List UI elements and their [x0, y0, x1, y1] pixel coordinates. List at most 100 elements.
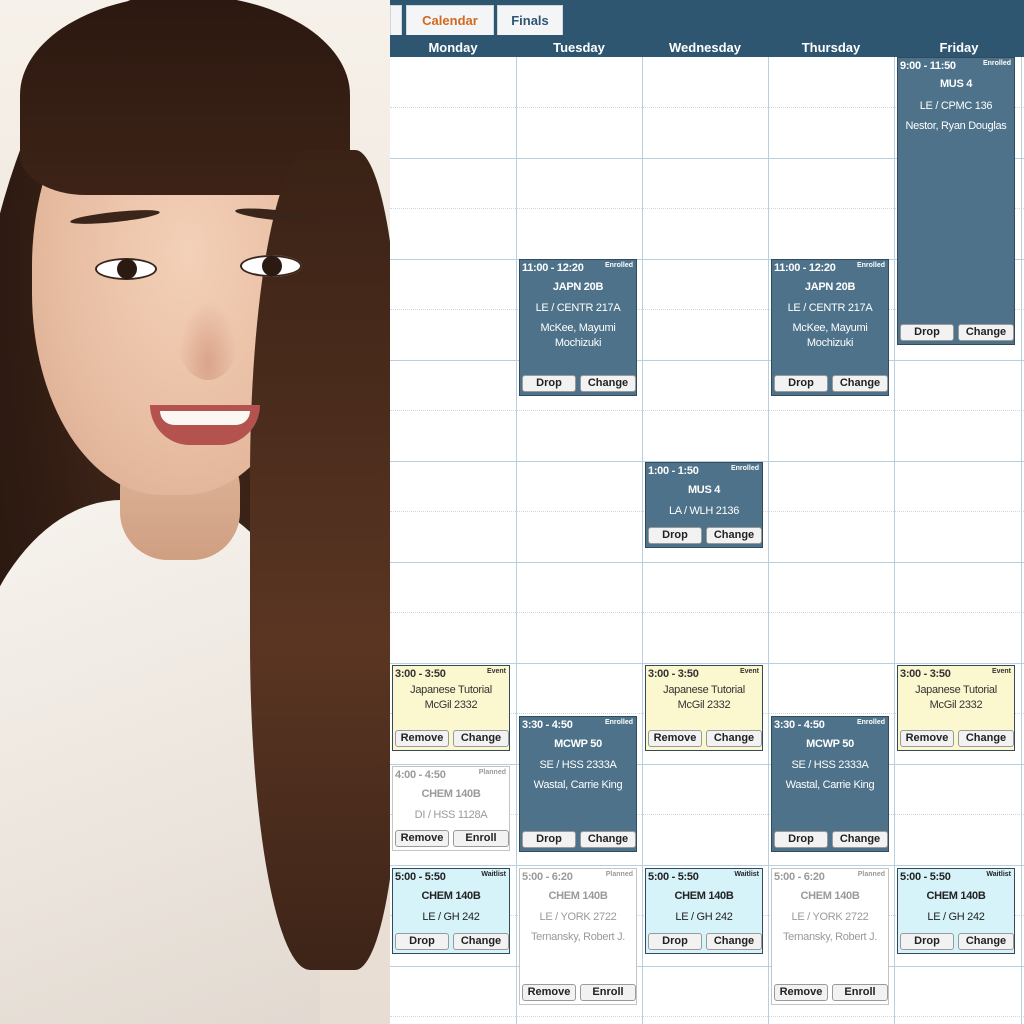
remove-button[interactable]: Remove [774, 984, 828, 1001]
course-title: CHEM 140B [926, 890, 986, 902]
event-card[interactable]: 5:00 - 5:50 Waitlist CHEM 140B LE / GH 2… [392, 868, 510, 954]
event-card[interactable]: 11:00 - 12:20 Enrolled JAPN 20B LE / CEN… [771, 259, 889, 396]
event-time: 3:00 - 3:50 [648, 668, 699, 680]
status-badge: Enrolled [982, 60, 1011, 67]
drop-button[interactable]: Drop [900, 933, 954, 950]
change-button[interactable]: Change [453, 933, 509, 950]
status-badge: Waitlist [481, 871, 506, 878]
status-badge: Enrolled [730, 465, 759, 472]
course-location: LE / GH 242 [422, 911, 480, 923]
event-time: 1:00 - 1:50 [648, 465, 699, 477]
event-card[interactable]: 4:00 - 4:50 Planned CHEM 140B DI / HSS 1… [392, 766, 510, 851]
tab-calendar[interactable]: Calendar [406, 5, 494, 35]
event-card[interactable]: 3:00 - 3:50 Event Japanese Tutorial McGi… [392, 665, 510, 751]
event-time: 5:00 - 5:50 [648, 871, 699, 883]
event-location: McGil 2332 [424, 699, 478, 711]
remove-button[interactable]: Remove [395, 830, 449, 847]
event-time: 11:00 - 12:20 [522, 262, 584, 274]
course-location: LA / WLH 2136 [668, 505, 740, 517]
event-title: Japanese Tutorial [663, 684, 745, 696]
event-title: Japanese Tutorial [915, 684, 997, 696]
left-eye [95, 258, 157, 280]
event-time: 9:00 - 11:50 [900, 60, 956, 72]
course-title: JAPN 20B [804, 281, 856, 293]
change-button[interactable]: Change [832, 831, 888, 848]
tab-finals[interactable]: Finals [497, 5, 563, 35]
course-title: MUS 4 [939, 78, 973, 90]
column-divider [768, 57, 769, 1024]
drop-button[interactable]: Drop [522, 375, 576, 392]
status-badge: Planned [605, 871, 633, 878]
grid-line [390, 663, 1024, 664]
change-button[interactable]: Change [706, 527, 762, 544]
remove-button[interactable]: Remove [648, 730, 702, 747]
course-title: MUS 4 [687, 484, 721, 496]
event-card[interactable]: 3:30 - 4:50 Enrolled MCWP 50 SE / HSS 23… [519, 716, 637, 852]
course-title: MCWP 50 [554, 738, 602, 750]
status-badge: Enrolled [604, 719, 633, 726]
remove-button[interactable]: Remove [395, 730, 449, 747]
event-card[interactable]: 5:00 - 6:20 Planned CHEM 140B LE / YORK … [771, 868, 889, 1005]
instructor: Ternansky, Robert J. [530, 931, 626, 943]
status-badge: Event [486, 668, 506, 675]
change-button[interactable]: Change [958, 324, 1014, 341]
change-button[interactable]: Change [706, 730, 762, 747]
course-location: LE / CPMC 136 [919, 100, 993, 112]
drop-button[interactable]: Drop [648, 933, 702, 950]
remove-button[interactable]: Remove [900, 730, 954, 747]
grid-line [390, 360, 1024, 361]
change-button[interactable]: Change [832, 375, 888, 392]
event-title: Japanese Tutorial [410, 684, 492, 696]
course-title: JAPN 20B [552, 281, 604, 293]
change-button[interactable]: Change [706, 933, 762, 950]
event-card[interactable]: 5:00 - 6:20 Planned CHEM 140B LE / YORK … [519, 868, 637, 1005]
event-time: 5:00 - 6:20 [774, 871, 825, 883]
event-card[interactable]: 1:00 - 1:50 Enrolled MUS 4 LA / WLH 2136… [645, 462, 763, 548]
instructor-cont: Mochizuki [806, 337, 854, 349]
instructor: McKee, Mayumi [540, 322, 616, 334]
change-button[interactable]: Change [958, 730, 1014, 747]
event-card[interactable]: 9:00 - 11:50 Enrolled MUS 4 LE / CPMC 13… [897, 57, 1015, 345]
course-location: LE / CENTR 217A [787, 302, 873, 314]
instructor: Wastal, Carrie King [533, 779, 623, 791]
event-card[interactable]: 3:30 - 4:50 Enrolled MCWP 50 SE / HSS 23… [771, 716, 889, 852]
change-button[interactable]: Change [580, 375, 636, 392]
event-location: McGil 2332 [677, 699, 731, 711]
remove-button[interactable]: Remove [522, 984, 576, 1001]
grid-line [390, 612, 1024, 613]
course-location: LE / GH 242 [675, 911, 733, 923]
course-location: LE / YORK 2722 [539, 911, 617, 923]
grid-line [390, 764, 1024, 765]
right-eye [240, 255, 302, 277]
drop-button[interactable]: Drop [395, 933, 449, 950]
enroll-button[interactable]: Enroll [453, 830, 509, 847]
event-card[interactable]: 5:00 - 5:50 Waitlist CHEM 140B LE / GH 2… [897, 868, 1015, 954]
change-button[interactable]: Change [453, 730, 509, 747]
event-card[interactable]: 3:00 - 3:50 Event Japanese Tutorial McGi… [897, 665, 1015, 751]
course-location: SE / HSS 2333A [539, 759, 617, 771]
course-title: CHEM 140B [421, 890, 481, 902]
event-card[interactable]: 5:00 - 5:50 Waitlist CHEM 140B LE / GH 2… [645, 868, 763, 954]
drop-button[interactable]: Drop [522, 831, 576, 848]
day-thursday: Thursday [801, 40, 861, 55]
drop-button[interactable]: Drop [774, 831, 828, 848]
course-location: LE / GH 242 [927, 911, 985, 923]
drop-button[interactable]: Drop [900, 324, 954, 341]
event-card[interactable]: 3:00 - 3:50 Event Japanese Tutorial McGi… [645, 665, 763, 751]
status-badge: Planned [857, 871, 885, 878]
tab-previous[interactable] [390, 5, 402, 35]
grid-line [390, 865, 1024, 866]
instructor: Wastal, Carrie King [785, 779, 875, 791]
drop-button[interactable]: Drop [774, 375, 828, 392]
grid-line [390, 966, 1024, 967]
change-button[interactable]: Change [958, 933, 1014, 950]
status-badge: Event [739, 668, 759, 675]
enroll-button[interactable]: Enroll [580, 984, 636, 1001]
change-button[interactable]: Change [580, 831, 636, 848]
course-location: LE / CENTR 217A [535, 302, 621, 314]
event-card[interactable]: 11:00 - 12:20 Enrolled JAPN 20B LE / CEN… [519, 259, 637, 396]
drop-button[interactable]: Drop [648, 527, 702, 544]
enroll-button[interactable]: Enroll [832, 984, 888, 1001]
column-divider [516, 57, 517, 1024]
day-friday: Friday [939, 40, 979, 55]
